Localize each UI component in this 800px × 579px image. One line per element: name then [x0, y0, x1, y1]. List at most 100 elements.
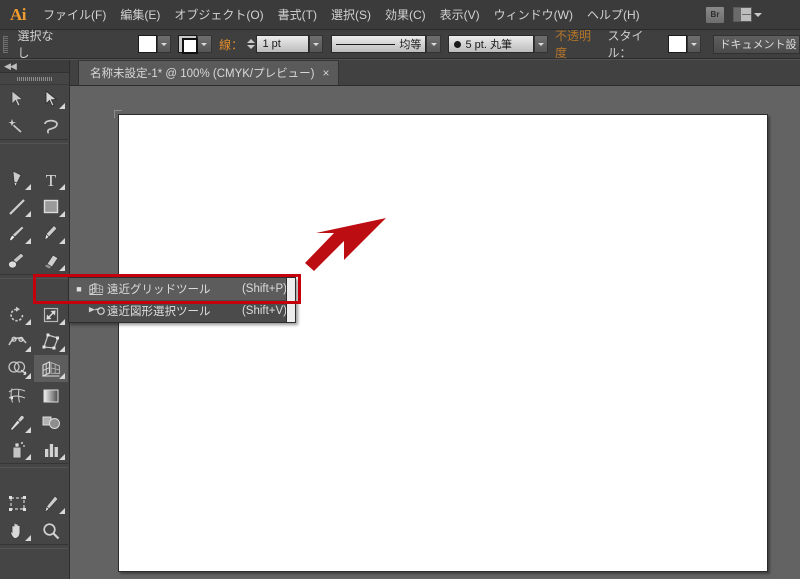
menu-select[interactable]: 選択(S)	[324, 4, 378, 26]
stroke-weight-dropdown[interactable]	[308, 35, 323, 53]
stroke-color-swatch[interactable]	[177, 35, 199, 54]
stroke-weight-field[interactable]: 1 pt	[256, 35, 309, 53]
eraser-tool[interactable]	[34, 247, 68, 274]
stroke-weight-label: 線：	[219, 37, 244, 52]
svg-text:T: T	[46, 171, 57, 189]
graphic-style-dropdown[interactable]	[686, 35, 702, 53]
stroke-swatch-dropdown[interactable]	[197, 35, 212, 53]
stroke-weight-stepper[interactable]	[246, 35, 257, 53]
control-bar-grip[interactable]	[0, 30, 10, 59]
blend-tool[interactable]	[34, 409, 68, 436]
pencil-tool[interactable]	[34, 220, 68, 247]
document-tab[interactable]: 名称未設定-1* @ 100% (CMYK/プレビュー) ×	[78, 60, 340, 85]
selection-status-label: 選択なし	[17, 29, 54, 60]
stroke-profile-dropdown[interactable]	[426, 35, 441, 53]
menu-effect[interactable]: 効果(C)	[378, 4, 433, 26]
stroke-profile-label: 均等	[399, 39, 422, 51]
tools-panel-grip[interactable]	[0, 73, 69, 85]
chevron-down-icon	[538, 42, 545, 46]
document-setup-button[interactable]: ドキュメント設	[712, 34, 800, 54]
chevron-down-icon	[754, 12, 762, 17]
rotate-tool[interactable]	[0, 301, 34, 328]
illustrator-window: Ai ファイル(F) 編集(E) オブジェクト(O) 書式(T) 選択(S) 効…	[0, 0, 800, 579]
gradient-tool[interactable]	[34, 382, 68, 409]
lasso-tool[interactable]	[34, 112, 68, 139]
document-tab-title: 名称未設定-1* @ 100% (CMYK/プレビュー)	[90, 68, 315, 80]
artboard[interactable]	[118, 114, 768, 572]
menu-edit[interactable]: 編集(E)	[113, 4, 167, 26]
style-label: スタイル：	[607, 29, 644, 60]
pen-tool[interactable]	[0, 166, 34, 193]
tearoff-strip[interactable]	[286, 278, 295, 322]
magic-wand-tool[interactable]	[0, 112, 34, 139]
opacity-label: 不透明度	[554, 29, 591, 60]
perspective-grid-tool[interactable]	[34, 355, 68, 382]
direct-selection-tool[interactable]	[34, 85, 68, 112]
menu-help[interactable]: ヘルプ(H)	[580, 4, 647, 26]
menu-object[interactable]: オブジェクト(O)	[167, 4, 270, 26]
menu-view[interactable]: 表示(V)	[433, 4, 487, 26]
tool-divider	[0, 274, 68, 279]
scale-tool[interactable]	[34, 301, 68, 328]
menu-window[interactable]: ウィンドウ(W)	[487, 4, 580, 26]
blob-brush-tool[interactable]	[0, 247, 34, 274]
line-segment-tool[interactable]	[0, 193, 34, 220]
perspective-grid-icon	[85, 282, 107, 296]
chevron-down-icon	[430, 42, 437, 46]
tool-divider	[0, 139, 68, 144]
zoom-tool[interactable]	[34, 517, 68, 544]
perspective-grid-tool-label: 遠近グリッドツール	[107, 284, 211, 296]
tool-divider	[0, 463, 68, 468]
app-logo: Ai	[10, 4, 27, 24]
slice-tool[interactable]	[34, 490, 68, 517]
menu-file[interactable]: ファイル(F)	[36, 4, 113, 26]
chevron-down-icon	[201, 42, 208, 46]
round-brush-icon	[453, 40, 461, 48]
perspective-selection-tool-label: 遠近図形選択ツール	[107, 306, 211, 318]
perspective-selection-icon	[85, 304, 107, 318]
perspective-grid-flyout-menu: ■ 遠近グリッドツール (Shift+P) 遠近図形選択ツール (Shift+V…	[68, 277, 296, 323]
control-bar: 選択なし 線： 1 pt 均等 5 pt. 丸筆 不透明度 スタイル： ドキュメ…	[0, 29, 800, 60]
document-tab-bar: 名称未設定-1* @ 100% (CMYK/プレビュー) ×	[70, 60, 800, 86]
tools-panel-header[interactable]: ◀◀	[0, 60, 69, 73]
double-chevron-left-icon[interactable]: ◀◀	[4, 61, 17, 71]
mesh-tool[interactable]	[0, 382, 34, 409]
brush-definition-field[interactable]: 5 pt. 丸筆	[447, 35, 534, 53]
selection-tool[interactable]	[0, 85, 34, 112]
free-transform-tool[interactable]	[34, 328, 68, 355]
tool-grid: T	[0, 85, 69, 571]
hand-tool[interactable]	[0, 517, 34, 544]
arrange-documents-icon	[733, 7, 752, 22]
width-tool[interactable]	[0, 328, 34, 355]
perspective-selection-tool-item[interactable]: 遠近図形選択ツール (Shift+V)	[69, 300, 295, 322]
symbol-sprayer-tool[interactable]	[0, 436, 34, 463]
arrange-documents-button[interactable]	[733, 7, 762, 22]
go-to-bridge-button[interactable]: Br	[705, 5, 725, 24]
selected-bullet-icon: ■	[76, 284, 82, 294]
tool-divider	[0, 544, 68, 549]
shape-builder-tool[interactable]	[0, 355, 34, 382]
close-icon[interactable]: ×	[322, 67, 329, 79]
eyedropper-tool[interactable]	[0, 409, 34, 436]
paintbrush-tool[interactable]	[0, 220, 34, 247]
profile-line-icon	[335, 43, 396, 45]
chevron-down-icon	[161, 42, 168, 46]
menubar-right-group: Br	[705, 5, 800, 24]
graphic-style-swatch[interactable]	[667, 35, 687, 53]
fill-swatch-dropdown[interactable]	[156, 35, 172, 53]
menu-bar: Ai ファイル(F) 編集(E) オブジェクト(O) 書式(T) 選択(S) 効…	[0, 0, 800, 30]
chevron-down-icon	[312, 42, 319, 46]
brush-definition-dropdown[interactable]	[533, 35, 549, 53]
type-tool[interactable]: T	[34, 166, 68, 193]
canvas-area[interactable]	[70, 86, 800, 579]
perspective-grid-tool-item[interactable]: ■ 遠近グリッドツール (Shift+P)	[69, 278, 295, 300]
red-annotation-arrow	[305, 218, 386, 271]
chevron-down-icon	[690, 42, 697, 46]
column-graph-tool[interactable]	[34, 436, 68, 463]
stroke-profile-field[interactable]: 均等	[330, 35, 427, 53]
menu-type[interactable]: 書式(T)	[271, 4, 324, 26]
rectangle-tool[interactable]	[34, 193, 68, 220]
tools-panel: ◀◀ T	[0, 60, 70, 579]
fill-color-swatch[interactable]	[137, 35, 157, 53]
artboard-tool[interactable]	[0, 490, 34, 517]
